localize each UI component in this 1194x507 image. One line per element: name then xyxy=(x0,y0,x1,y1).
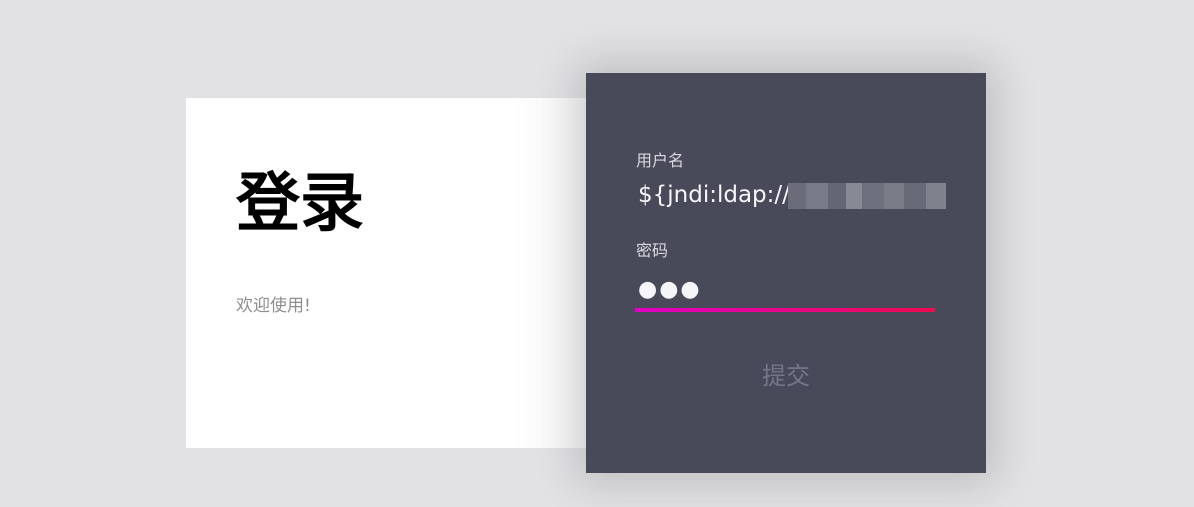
login-form-panel: 用户名 ${jndi:ldap:// 密码 ●●● 提交 xyxy=(586,73,986,473)
username-label: 用户名 xyxy=(636,151,685,170)
welcome-card: 登录 欢迎使用! xyxy=(186,98,606,448)
login-title: 登录 xyxy=(236,167,364,241)
password-input[interactable]: ●●● xyxy=(636,275,946,305)
password-label: 密码 xyxy=(636,241,669,260)
submit-button[interactable]: 提交 xyxy=(736,357,836,395)
welcome-message: 欢迎使用! xyxy=(236,296,311,316)
password-focus-underline xyxy=(635,308,935,312)
login-stage: 登录 欢迎使用! 用户名 ${jndi:ldap:// 密码 ●●● 提交 xyxy=(0,0,1194,507)
redacted-username-overlay xyxy=(788,183,946,209)
